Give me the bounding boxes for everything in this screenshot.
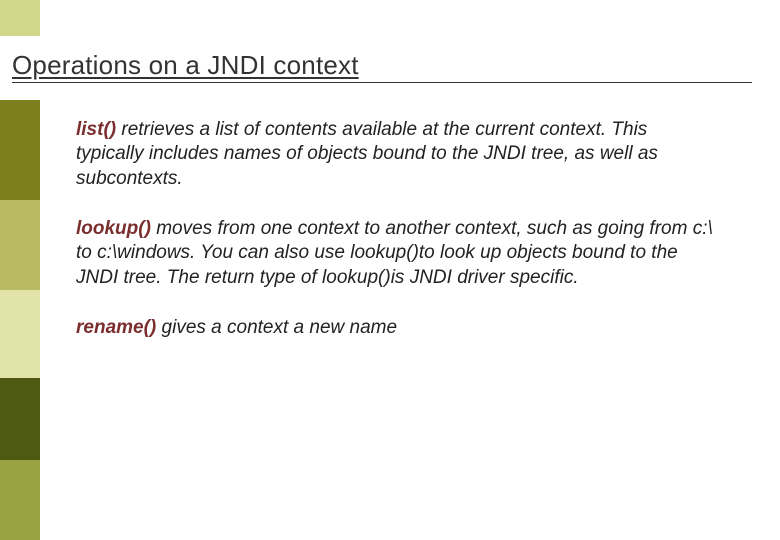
slide-content: Operations on a JNDI context list() retr… (0, 0, 780, 540)
paragraph-rename: rename() gives a context a new name (76, 316, 716, 340)
slide-title: Operations on a JNDI context (12, 50, 359, 82)
paragraph-text: gives a context a new name (156, 317, 397, 338)
paragraph-text: retrieves a list of contents available a… (76, 119, 658, 189)
paragraph-list: list() retrieves a list of contents avai… (76, 118, 716, 191)
title-underline-rule (12, 82, 752, 83)
title-container: Operations on a JNDI context (12, 50, 752, 81)
body-text: list() retrieves a list of contents avai… (76, 118, 716, 366)
function-name: rename() (76, 317, 156, 338)
function-name: lookup() (76, 218, 151, 239)
paragraph-text: moves from one context to another contex… (76, 218, 713, 288)
function-name: list() (76, 119, 116, 140)
paragraph-lookup: lookup() moves from one context to anoth… (76, 217, 716, 290)
